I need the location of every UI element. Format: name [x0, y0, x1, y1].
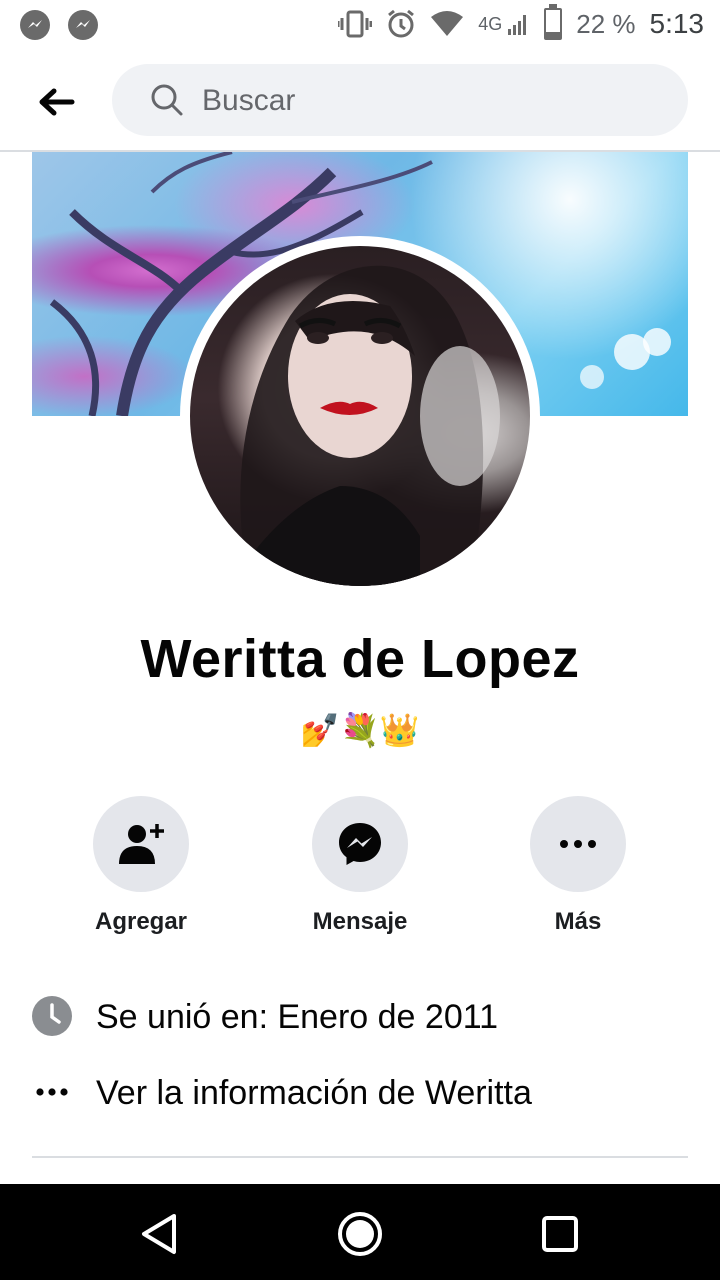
message-button[interactable]: Mensaje — [260, 796, 460, 936]
battery-level-fill — [546, 31, 561, 38]
home-circle-icon — [338, 1212, 382, 1256]
profile-picture-art — [230, 265, 500, 586]
messenger-notification-icon — [20, 10, 50, 40]
profile-picture-frame — [180, 236, 540, 596]
add-friend-button[interactable]: Agregar — [41, 796, 241, 936]
search-icon — [151, 84, 183, 116]
joined-info-row: Se unió en: Enero de 2011 — [32, 988, 688, 1048]
search-header — [0, 52, 720, 152]
arrow-left-icon — [39, 88, 75, 116]
status-bar: 4G 22 % 5:13 — [0, 0, 720, 52]
alarm-icon — [388, 9, 415, 38]
messenger-notification-icon — [68, 10, 98, 40]
back-button[interactable] — [34, 80, 78, 124]
profile-name: Weritta de Lopez — [140, 629, 580, 689]
system-status-icons: 4G 22 % 5:13 — [338, 4, 705, 40]
wifi-icon — [431, 11, 464, 36]
clock-time: 5:13 — [649, 8, 705, 39]
message-label: Mensaje — [312, 908, 408, 935]
back-triangle-icon — [142, 1214, 176, 1254]
nav-home-button[interactable] — [336, 1210, 384, 1258]
network-type-label: 4G — [478, 13, 503, 34]
messenger-icon — [339, 823, 381, 865]
vibrate-icon — [338, 10, 373, 38]
message-circle[interactable] — [312, 796, 408, 892]
more-circle[interactable] — [530, 796, 626, 892]
see-info-row[interactable]: Ver la información de Weritta — [32, 1064, 688, 1124]
ellipsis-icon — [36, 1088, 68, 1096]
profile-bio-emojis: 💅💐👑 — [300, 712, 420, 748]
clock-icon — [32, 996, 72, 1036]
more-label: Más — [554, 908, 602, 935]
battery-percent: 22 % — [576, 8, 636, 39]
search-input[interactable] — [200, 64, 664, 138]
search-bar[interactable] — [112, 64, 688, 138]
add-friend-icon — [119, 824, 164, 864]
nav-back-button[interactable] — [136, 1210, 184, 1258]
more-icon — [560, 840, 596, 848]
nav-recents-button[interactable] — [536, 1210, 584, 1258]
system-nav-bar — [0, 1184, 720, 1280]
more-button[interactable]: Más — [478, 796, 678, 936]
add-friend-circle[interactable] — [93, 796, 189, 892]
add-friend-label: Agregar — [94, 908, 188, 935]
see-info-text[interactable]: Ver la información de Weritta — [96, 1074, 532, 1113]
signal-icon — [508, 15, 527, 35]
notification-icons — [20, 10, 98, 40]
profile-picture[interactable] — [190, 246, 530, 586]
battery-icon — [544, 4, 563, 40]
section-divider — [32, 1156, 688, 1158]
joined-date-text: Se unió en: Enero de 2011 — [96, 998, 499, 1036]
recents-square-icon — [542, 1216, 578, 1252]
